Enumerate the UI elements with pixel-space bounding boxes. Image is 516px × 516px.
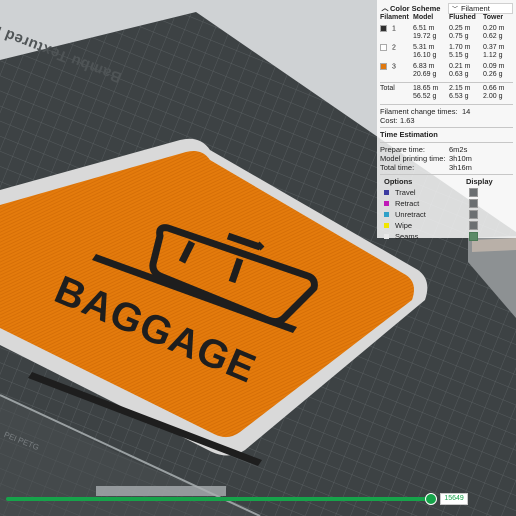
tower-weight: 0.26 g: [483, 71, 503, 78]
time-label: Prepare time:: [380, 144, 426, 154]
model-weight: 20.69 g: [413, 71, 437, 78]
option-label: Retract: [395, 198, 420, 208]
color-scheme-title: Color Scheme: [390, 3, 441, 13]
option-row: Wipe: [380, 220, 513, 231]
time-label: Model printing time:: [380, 153, 446, 163]
option-display-checkbox[interactable]: [469, 220, 478, 230]
total-label: Total: [380, 84, 395, 92]
filament-row: 2 5.31 m 16.10 g 1.70 m 5.15 g 0.37 m 1.12 g: [380, 42, 513, 61]
time-row: Total time: 3h16m: [380, 163, 513, 172]
flushed-weight: 0.63 g: [449, 71, 469, 78]
flushed-length: 0.25 m: [449, 24, 471, 32]
cost-row: Cost: 1.63: [380, 116, 513, 125]
col-tower: Tower: [483, 14, 504, 21]
model-weight: 16.10 g: [413, 52, 437, 59]
total-tower-m: 0.66 m: [483, 84, 505, 92]
option-display-checkbox[interactable]: [469, 187, 478, 197]
option-label: Travel: [395, 187, 416, 197]
total-table: Total 18.65 m 56.52 g 2.15 m 6.53 g 0.66 m…: [380, 85, 513, 102]
filament-swatch: [380, 43, 387, 51]
filament-change-row: Filament change times: 14: [380, 107, 513, 116]
flushed-length: 0.21 m: [449, 62, 471, 70]
tower-length: 0.20 m: [483, 24, 505, 32]
option-row: Seams: [380, 231, 513, 242]
option-swatch: [384, 222, 389, 228]
model-length: 6.51 m: [413, 24, 435, 32]
filament-id: 3: [392, 62, 396, 70]
filament-id: 1: [392, 24, 396, 32]
option-row: Retract: [380, 198, 513, 209]
col-flushed: Flushed: [449, 14, 476, 21]
chevron-down-icon: ﹀: [452, 6, 459, 13]
total-flushed-m: 2.15 m: [449, 84, 471, 92]
slider-thumb[interactable]: [425, 493, 438, 505]
model-length: 6.83 m: [413, 62, 435, 70]
cost-label: Cost:: [380, 115, 398, 125]
flushed-weight: 5.15 g: [449, 52, 469, 59]
filament-id: 2: [392, 43, 396, 51]
total-model-g: 56.52 g: [413, 93, 437, 100]
slider-track[interactable]: [6, 497, 430, 501]
total-tower-g: 2.00 g: [483, 93, 503, 100]
options-header: Options Display: [380, 177, 513, 187]
time-row: Prepare time: 6m2s: [380, 145, 513, 154]
flushed-weight: 0.75 g: [449, 33, 469, 40]
option-swatch: [384, 200, 389, 206]
filament-row: 1 6.51 m 19.72 g 0.25 m 0.75 g 0.20 m 0.62 g: [380, 23, 513, 42]
color-scheme-header: ︿ Color Scheme ﹀ Filament: [380, 2, 513, 14]
option-swatch: [384, 211, 389, 217]
options-title: Options: [384, 176, 413, 186]
legend-panel: ︿ Color Scheme ﹀ Filament Filament Model…: [377, 0, 516, 241]
filament-change-label: Filament change times:: [380, 106, 458, 116]
time-value: 6m2s: [449, 144, 468, 154]
option-swatch: [384, 189, 389, 195]
col-filament: Filament: [380, 14, 409, 21]
display-title: Display: [466, 176, 493, 186]
layer-slider[interactable]: 15649: [6, 491, 510, 507]
option-swatch: [384, 233, 389, 239]
time-estimation-title: Time Estimation: [380, 129, 438, 139]
total-model-m: 18.65 m: [413, 84, 439, 92]
option-label: Seams: [395, 231, 419, 241]
time-value: 3h16m: [449, 162, 472, 172]
filament-swatch: [380, 62, 387, 70]
option-display-checkbox[interactable]: [469, 209, 478, 219]
tower-length: 0.37 m: [483, 43, 505, 51]
option-display-checkbox[interactable]: [469, 198, 478, 208]
filament-row: 3 6.83 m 20.69 g 0.21 m 0.63 g 0.09 m 0.26 g: [380, 61, 513, 80]
option-row: Unretract: [380, 209, 513, 220]
option-display-checkbox[interactable]: [469, 231, 478, 241]
time-value: 3h10m: [449, 153, 472, 163]
model-length: 5.31 m: [413, 43, 435, 51]
total-flushed-g: 6.53 g: [449, 93, 469, 100]
col-model: Model: [413, 14, 434, 21]
color-scheme-value: Filament: [461, 3, 490, 13]
cost-value: 1.63: [400, 115, 415, 125]
tower-weight: 1.12 g: [483, 52, 503, 59]
time-row: Model printing time: 3h10m: [380, 154, 513, 163]
tower-length: 0.09 m: [483, 62, 505, 70]
flushed-length: 1.70 m: [449, 43, 471, 51]
tower-weight: 0.62 g: [483, 33, 503, 40]
filament-table: Filament Model Flushed Tower 1 6.51 m 19.7…: [380, 14, 513, 80]
option-row: Travel: [380, 187, 513, 198]
option-label: Unretract: [395, 209, 426, 219]
model-weight: 19.72 g: [413, 33, 437, 40]
color-scheme-select[interactable]: ﹀ Filament: [448, 2, 513, 14]
slider-value: 15649: [440, 493, 468, 505]
filament-swatch: [380, 24, 387, 32]
option-label: Wipe: [395, 220, 413, 230]
collapse-icon[interactable]: ︿: [380, 3, 390, 13]
filament-change-value: 14: [462, 106, 471, 116]
time-label: Total time:: [380, 162, 415, 172]
